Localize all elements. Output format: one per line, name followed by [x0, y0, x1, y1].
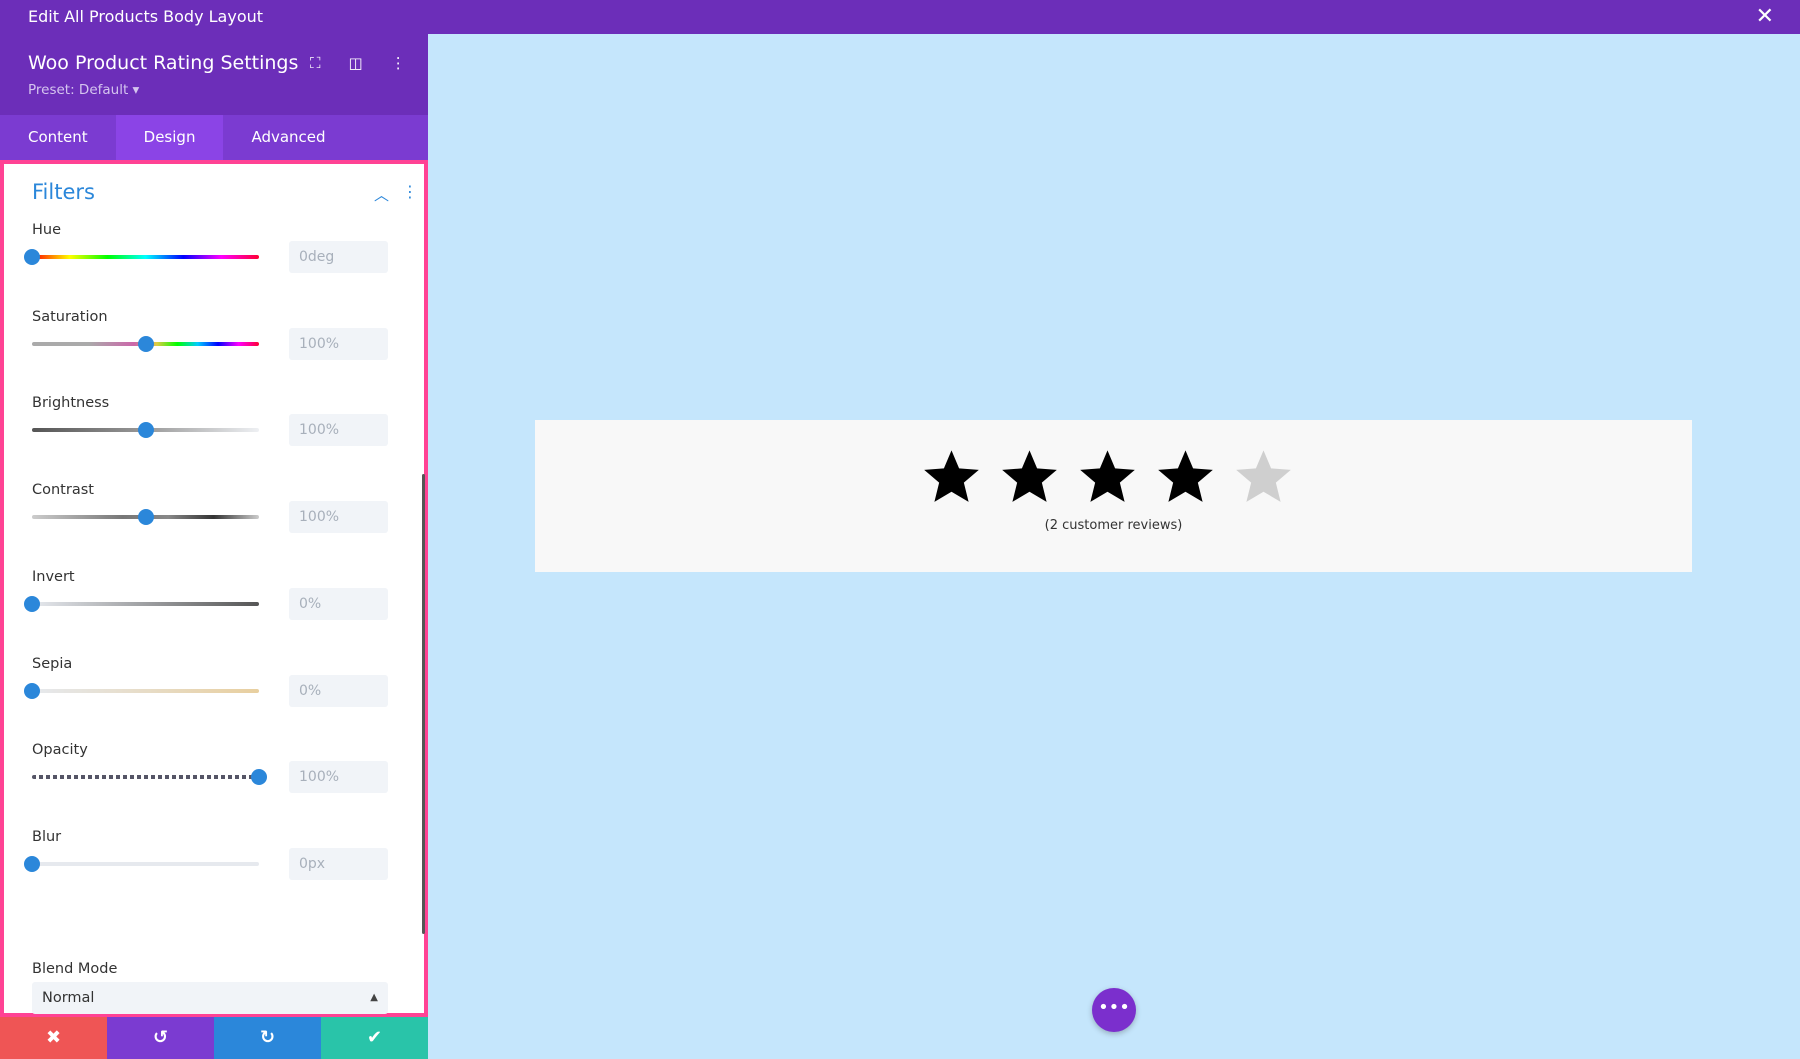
star-rating — [923, 448, 1292, 505]
redo-button[interactable]: ↻ — [214, 1017, 321, 1059]
filter-label: Contrast — [32, 482, 94, 499]
star-empty-icon — [1236, 450, 1291, 502]
filter-label: Sepia — [32, 655, 73, 672]
tab-design[interactable]: Design — [115, 115, 224, 160]
section-title[interactable]: Filters — [32, 180, 95, 204]
filter-slider[interactable] — [32, 255, 259, 259]
filter-value-input[interactable]: 0deg — [289, 241, 388, 273]
slider-handle[interactable] — [137, 422, 154, 439]
tab-content[interactable]: Content — [0, 115, 116, 160]
tab-advanced[interactable]: Advanced — [223, 115, 353, 160]
slider-handle[interactable] — [24, 595, 40, 612]
more-options-icon[interactable]: ⋮ — [391, 54, 406, 72]
filter-label: Opacity — [32, 742, 88, 759]
star-filled-icon — [1080, 450, 1135, 502]
filter-contrast: Contrast 100% — [32, 482, 402, 569]
action-bar: ✖ ↺ ↻ ✔ — [0, 1017, 428, 1059]
filter-label: Brightness — [32, 395, 110, 412]
save-button[interactable]: ✔ — [321, 1017, 428, 1059]
tab-bar: Content Design Advanced — [0, 115, 428, 160]
slider-handle[interactable] — [251, 769, 267, 786]
star-filled-icon — [1158, 450, 1213, 502]
slider-handle[interactable] — [137, 509, 154, 526]
cancel-button[interactable]: ✖ — [0, 1017, 107, 1059]
filter-opacity: Opacity 100% — [32, 742, 402, 829]
reviews-link[interactable]: (2 customer reviews) — [535, 518, 1692, 533]
filter-invert: Invert 0% — [24, 568, 402, 656]
slider-handle[interactable] — [24, 855, 40, 872]
chevron-up-icon[interactable]: ︿ — [374, 184, 389, 205]
filter-value-input[interactable]: 100% — [289, 327, 388, 360]
settings-sidebar: Woo Product Rating Settings Preset: Defa… — [0, 34, 428, 1059]
filter-sepia: Sepia 0% — [24, 655, 402, 743]
blend-mode-label: Blend Mode — [32, 961, 118, 977]
star-filled-icon — [924, 450, 979, 502]
filter-value-input[interactable]: 0% — [289, 674, 388, 707]
filter-label: Saturation — [32, 308, 108, 325]
filter-value-input[interactable]: 100% — [289, 414, 388, 447]
section-menu-icon[interactable]: ⋮ — [402, 182, 418, 201]
slider-handle[interactable] — [137, 335, 154, 352]
undo-button[interactable]: ↺ — [107, 1017, 214, 1059]
settings-header: Woo Product Rating Settings Preset: Defa… — [0, 34, 428, 115]
filters-panel: Filters ︿ ⋮ Hue 0deg Saturation 100% Brigh… — [0, 160, 428, 1017]
slider-handle[interactable] — [24, 682, 40, 699]
slider-handle[interactable] — [24, 249, 40, 265]
select-arrows-icon: ▲ — [370, 992, 378, 1003]
filter-slider[interactable] — [32, 688, 259, 693]
filter-saturation: Saturation 100% — [32, 309, 402, 396]
filter-slider[interactable] — [32, 775, 259, 780]
scrollbar[interactable] — [422, 474, 425, 934]
star-filled-icon — [1002, 450, 1057, 502]
blend-mode-select[interactable]: Normal ▲ — [32, 982, 388, 1014]
filter-slider[interactable] — [32, 601, 259, 606]
filter-label: Hue — [32, 222, 62, 238]
filter-label: Blur — [32, 828, 62, 845]
filter-value-input[interactable]: 100% — [289, 761, 388, 794]
filter-value-input[interactable]: 0px — [289, 847, 388, 880]
more-actions-button[interactable]: ••• — [1092, 988, 1136, 1032]
sidebar-layout-icon[interactable]: ◫ — [349, 54, 363, 72]
window-title: Edit All Products Body Layout — [28, 7, 264, 26]
filter-blur: Blur 0px — [24, 828, 402, 916]
fullscreen-icon[interactable]: ⛶ — [310, 54, 321, 72]
close-icon[interactable]: ✕ — [1756, 0, 1774, 34]
filter-value-input[interactable]: 0% — [289, 587, 388, 620]
window-titlebar: Edit All Products Body Layout ✕ — [0, 0, 1800, 34]
blend-mode-value: Normal — [42, 990, 95, 1006]
filter-label: Invert — [32, 568, 75, 585]
filter-slider[interactable] — [32, 861, 259, 866]
product-rating-module[interactable]: (2 customer reviews) — [535, 420, 1692, 572]
preset-dropdown[interactable]: Preset: Default ▾ — [28, 82, 428, 98]
filter-value-input[interactable]: 100% — [289, 501, 388, 534]
filter-hue: Hue 0deg — [24, 222, 402, 309]
filter-brightness: Brightness 100% — [32, 395, 402, 482]
